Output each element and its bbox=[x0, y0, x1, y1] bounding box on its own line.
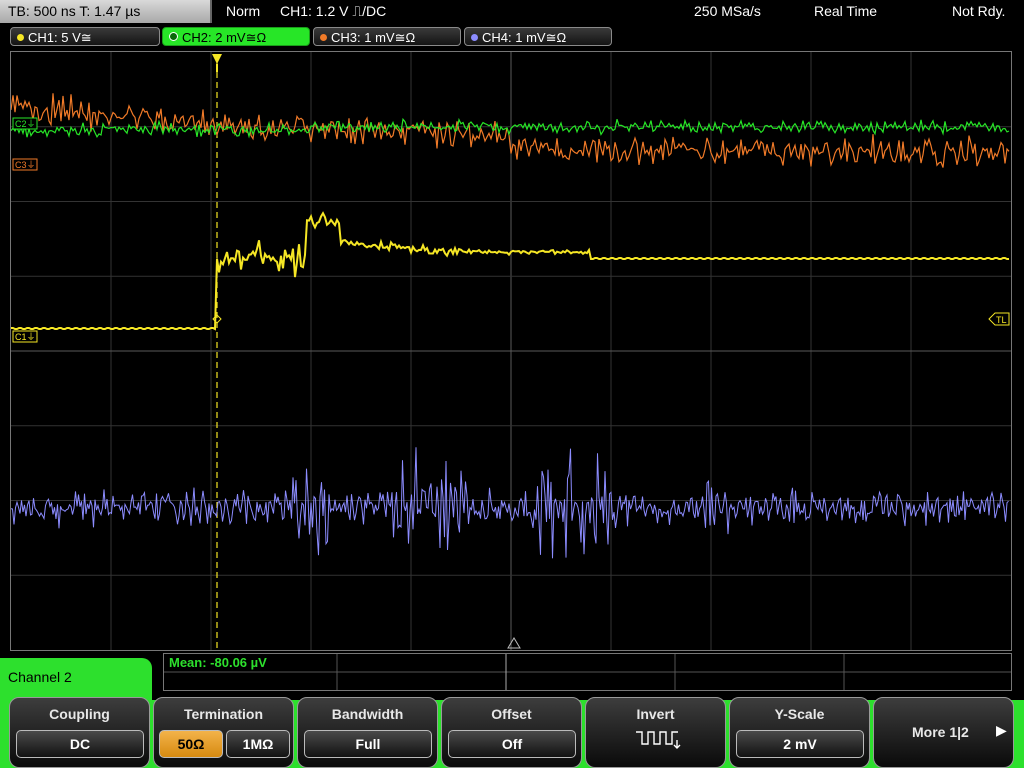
c2-marker[interactable]: C2⏚ bbox=[12, 117, 38, 130]
more-softkey[interactable]: More 1|2 ▶ bbox=[873, 697, 1014, 768]
yscale-button[interactable]: 2 mV bbox=[736, 730, 864, 758]
ch4-waveform bbox=[11, 447, 1009, 559]
c3-marker[interactable]: C3⏚ bbox=[12, 158, 38, 171]
c3-marker-label: C3⏚ bbox=[15, 160, 36, 170]
termination-50ohm-button[interactable]: 50Ω bbox=[159, 730, 223, 758]
tab-ch1[interactable]: CH1: 5 V≅ bbox=[10, 27, 160, 46]
tab-ch2[interactable]: CH2: 2 mV≅Ω bbox=[162, 27, 310, 46]
tab-ch4-label: CH4: 1 mV≅Ω bbox=[482, 30, 567, 45]
bandwidth-softkey[interactable]: Bandwidth Full bbox=[297, 697, 438, 768]
tab-ch2-label: CH2: 2 mV≅Ω bbox=[182, 30, 267, 45]
ch1-dot-icon bbox=[17, 34, 24, 41]
tab-ch3[interactable]: CH3: 1 mV≅Ω bbox=[313, 27, 461, 46]
tab-ch1-label: CH1: 5 V≅ bbox=[28, 30, 92, 45]
panel-title: Channel 2 bbox=[0, 658, 152, 700]
acquisition-mode: Real Time bbox=[814, 3, 878, 19]
sample-rate: 250 MSa/s bbox=[694, 3, 761, 19]
waveform-canvas: C2⏚ C3⏚ C1⏚ TL bbox=[11, 52, 1011, 650]
termination-1mohm-button[interactable]: 1MΩ bbox=[226, 730, 290, 758]
measurement-area bbox=[163, 653, 1012, 691]
ch2-dot-icon bbox=[169, 32, 178, 41]
coupling-softkey[interactable]: Coupling DC bbox=[9, 697, 150, 768]
trigger-setting[interactable]: CH1: 1.2 V ⎍/DC bbox=[280, 0, 386, 23]
tab-ch3-label: CH3: 1 mV≅Ω bbox=[331, 30, 416, 45]
termination-title: Termination bbox=[183, 706, 264, 722]
tl-marker-label: TL bbox=[996, 315, 1007, 325]
ch4-dot-icon bbox=[471, 34, 478, 41]
offset-button[interactable]: Off bbox=[448, 730, 576, 758]
trigger-mode[interactable]: Norm bbox=[226, 0, 260, 23]
offset-softkey[interactable]: Offset Off bbox=[441, 697, 582, 768]
invert-title: Invert bbox=[636, 706, 675, 722]
timebase-readout[interactable]: TB: 500 ns T: 1.47 µs bbox=[0, 0, 212, 23]
yscale-title: Y-Scale bbox=[774, 706, 825, 722]
next-page-icon: ▶ bbox=[996, 722, 1007, 738]
mean-measurement[interactable]: Mean: -80.06 µV bbox=[169, 655, 267, 670]
c1-marker[interactable]: C1⏚ bbox=[12, 330, 38, 343]
coupling-title: Coupling bbox=[49, 706, 110, 722]
acquisition-state: Not Rdy. bbox=[952, 3, 1006, 19]
more-label: More 1|2 bbox=[912, 724, 969, 740]
c1-marker-label: C1⏚ bbox=[15, 332, 36, 342]
waveform-display[interactable]: C2⏚ C3⏚ C1⏚ TL bbox=[10, 51, 1012, 651]
invert-softkey[interactable]: Invert bbox=[585, 697, 726, 768]
horizontal-position-icon[interactable] bbox=[507, 637, 521, 649]
coupling-button[interactable]: DC bbox=[16, 730, 144, 758]
bandwidth-button[interactable]: Full bbox=[304, 730, 432, 758]
pulse-invert-icon bbox=[636, 731, 681, 749]
trigger-position-icon[interactable] bbox=[212, 54, 222, 64]
graticule bbox=[11, 52, 1011, 650]
ch1-waveform bbox=[11, 211, 1009, 331]
tab-ch4[interactable]: CH4: 1 mV≅Ω bbox=[464, 27, 612, 46]
offset-title: Offset bbox=[491, 706, 532, 722]
trigger-level-marker[interactable]: TL bbox=[988, 312, 1010, 326]
c2-marker-label: C2⏚ bbox=[15, 119, 36, 129]
yscale-softkey[interactable]: Y-Scale 2 mV bbox=[729, 697, 870, 768]
status-bar: Norm CH1: 1.2 V ⎍/DC 250 MSa/s Real Time… bbox=[214, 0, 1024, 23]
ch3-dot-icon bbox=[320, 34, 327, 41]
bandwidth-title: Bandwidth bbox=[331, 706, 404, 722]
termination-softkey[interactable]: Termination 50Ω 1MΩ bbox=[153, 697, 294, 768]
ch2-waveform bbox=[11, 117, 1010, 139]
measurement-grid bbox=[164, 654, 1011, 690]
